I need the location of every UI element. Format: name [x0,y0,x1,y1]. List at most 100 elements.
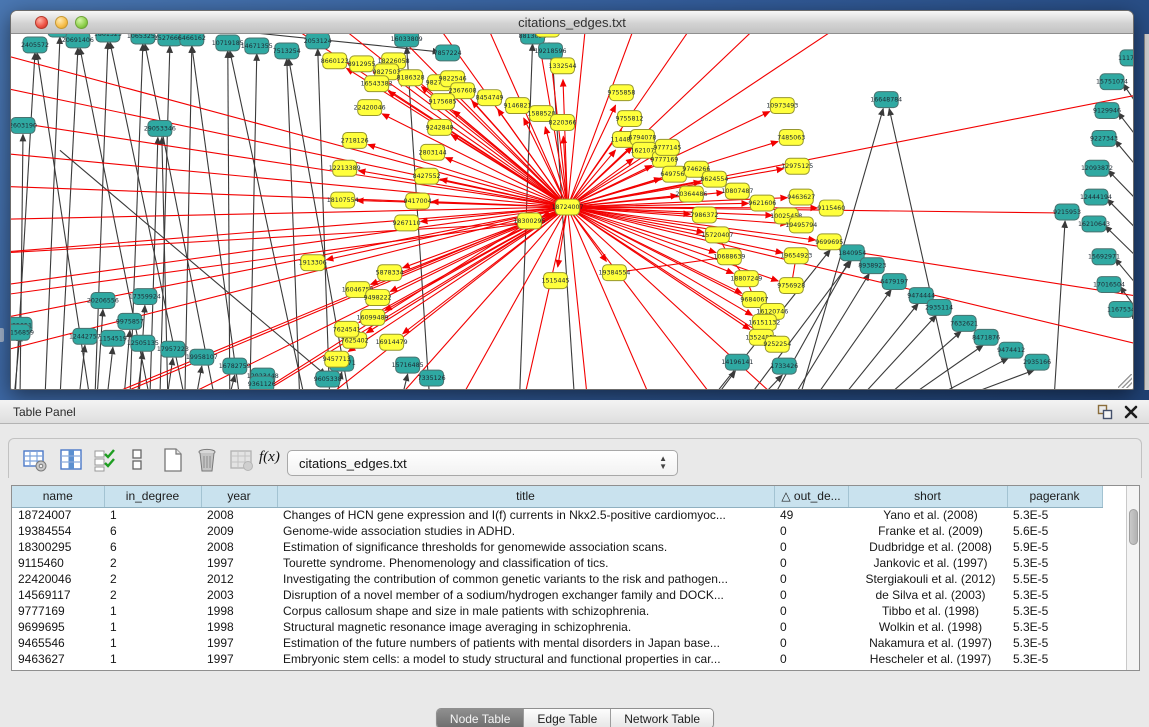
edge[interactable] [568,207,590,389]
graph-node[interactable]: 18300295 [514,213,546,229]
edge[interactable] [906,345,983,389]
edge[interactable] [11,150,568,207]
graph-node[interactable]: 2405572 [21,37,49,53]
graph-node[interactable]: 9975857 [116,313,144,329]
graph-node[interactable]: 7513254 [273,43,301,59]
edge[interactable] [107,347,113,389]
column-header-out_de[interactable]: △ out_de... [774,486,848,507]
graph-node[interactable]: 1117532 [1118,50,1133,66]
graph-node[interactable]: 9474412 [997,342,1025,358]
graph-node[interactable]: 20364486 [675,186,707,202]
graph-node[interactable]: 9267110 [393,215,421,231]
edge[interactable] [79,345,85,389]
graph-node[interactable]: 1154519 [99,330,127,346]
graph-node[interactable]: 9777145 [653,139,681,155]
table-row[interactable]: 1872400712008Changes of HCN gene express… [12,507,1127,523]
graph-node[interactable]: 12213389 [329,160,361,176]
graph-node[interactable]: 9756928 [777,278,805,294]
edge[interactable] [1123,84,1133,137]
graph-node[interactable]: 16151132 [748,314,780,330]
column-header-title[interactable]: title [277,486,774,507]
graph-node[interactable]: 8454749 [476,90,504,106]
graph-node[interactable]: 12505135 [127,335,159,351]
table-row[interactable]: 969969511998Structural magnetic resonanc… [12,619,1127,635]
scrollbar-thumb[interactable] [1129,509,1138,545]
graph-node[interactable]: 19384554 [598,265,630,281]
graph-node[interactable]: 9252254 [763,336,791,352]
graph-node[interactable]: 7335126 [418,370,446,386]
graph-node[interactable]: 2803144 [419,144,447,160]
graph-node[interactable]: 7857224 [434,45,462,61]
graph-node[interactable]: 8660123 [321,53,349,69]
network-view[interactable]: 2405572168033720691406186132510653257152… [11,34,1133,389]
column-header-short[interactable]: short [848,486,1007,507]
graph-node[interactable]: 17359924 [129,289,161,305]
graph-node[interactable]: 15751074 [1096,74,1128,90]
graph-node[interactable]: 12093872 [1081,160,1113,176]
graph-node[interactable]: 9498222 [364,290,392,306]
table-row[interactable]: 2242004622012Investigating the contribut… [12,571,1127,587]
graph-node[interactable]: 1167534 [1107,301,1133,317]
graph-node[interactable]: 7986372 [690,207,718,223]
table-row[interactable]: 1456911722003Disruption of a novel membe… [12,587,1127,603]
graph-node[interactable]: 8938923 [858,258,886,274]
graph-node[interactable]: 16782759 [219,358,251,374]
graph-node[interactable]: 9215953 [1053,204,1081,220]
close-panel-icon[interactable] [1123,404,1139,420]
edge[interactable] [568,207,1133,349]
graph-node[interactable]: 16099489 [357,309,389,325]
graph-node[interactable]: 8220366 [549,115,577,131]
graph-node[interactable]: 18807249 [730,271,762,287]
tab-network-table[interactable]: Network Table [611,709,713,727]
edge[interactable] [889,109,954,389]
graph-node[interactable]: 16914479 [376,334,408,350]
graph-node[interactable]: 9457713 [323,351,351,367]
edge[interactable] [1054,221,1065,389]
graph-node[interactable]: 9621606 [748,195,776,211]
graph-node[interactable]: 16648784 [870,92,902,108]
splitter-handle[interactable] [0,328,4,342]
graph-node[interactable]: 22420046 [354,100,386,116]
graph-node[interactable]: 20206556 [87,293,119,309]
graph-node[interactable]: 5878334 [376,265,404,281]
graph-node[interactable]: 1913306 [299,255,327,271]
graph-node[interactable]: 10688639 [713,249,745,265]
table-scrollbar[interactable] [1126,486,1139,670]
graph-node[interactable]: 2935114 [925,300,953,316]
edge[interactable] [1132,311,1133,364]
graph-node[interactable]: 1861325 [94,34,122,42]
column-header-pagerank[interactable]: pagerank [1007,486,1102,507]
graph-node[interactable]: 7624541 [333,321,361,337]
graph-node[interactable]: 2053124 [304,34,332,49]
graph-node[interactable]: 16210643 [1078,216,1110,232]
graph-node[interactable]: 16543382 [361,76,393,92]
graph-node[interactable]: 7485063 [777,129,805,145]
graph-node[interactable]: 1515445 [542,273,570,289]
edge[interactable] [568,207,783,253]
graph-node[interactable]: 12442757 [69,328,101,344]
network-canvas[interactable]: 2405572168033720691406186132510653257152… [11,34,1133,389]
graph-node[interactable]: 9361126 [248,376,276,389]
graph-node[interactable]: 1125439 [534,34,562,37]
table-selector[interactable]: citations_edges.txt ▲▼ [287,450,678,476]
tab-edge-table[interactable]: Edge Table [524,709,611,727]
graph-node[interactable]: 9755812 [615,111,643,127]
graph-node[interactable]: 1733426 [770,358,798,374]
edge[interactable] [45,37,60,389]
graph-node[interactable]: 14196141 [721,354,753,370]
graph-node[interactable]: 10719185 [212,35,244,51]
graph-node[interactable]: 12444194 [1080,189,1112,205]
hub-node[interactable]: 18724007 [552,199,584,215]
graph-node[interactable]: 9129946 [1093,103,1121,119]
network-window-titlebar[interactable]: citations_edges.txt [11,11,1133,34]
edge[interactable] [714,371,735,389]
create-column-button[interactable] [159,446,187,474]
table-row[interactable]: 946554611997Estimation of the future num… [12,635,1127,651]
graph-node[interactable]: 8912955 [348,56,376,72]
graph-node[interactable]: 2718126 [341,132,369,148]
delete-column-button[interactable] [193,446,221,474]
graph-node[interactable]: 18107554 [327,192,359,208]
edge[interactable] [192,46,240,389]
graph-node[interactable]: 16033809 [391,34,423,47]
graph-node[interactable]: 1332544 [549,58,577,74]
